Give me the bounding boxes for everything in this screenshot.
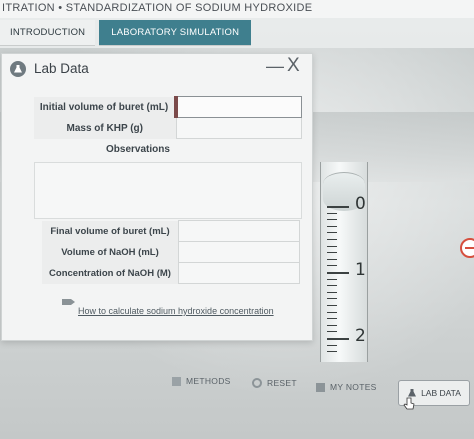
tag-icon [62, 299, 75, 305]
hand-cursor-icon [403, 397, 415, 410]
table-row: Concentration of NaOH (M) [42, 262, 300, 284]
lab-data-panel: Lab Data — X Initial volume of buret (mL… [1, 53, 313, 341]
field-label: Initial volume of buret (mL) [34, 96, 176, 118]
burette-minor-tick [327, 239, 337, 240]
burette-minor-tick [327, 305, 337, 306]
burette-minor-tick [327, 351, 337, 353]
tab-bar: INTRODUCTION LABORATORY SIMULATION [0, 20, 252, 46]
burette-minor-tick [327, 278, 337, 280]
burette-minor-tick [327, 258, 337, 260]
burette-minor-tick [327, 331, 337, 333]
field-label: Final volume of buret (mL) [42, 220, 179, 242]
burette-label-0: 0 [355, 194, 366, 214]
burette-minor-tick [327, 318, 337, 320]
burette-minor-tick [327, 245, 337, 247]
table-row: Mass of KHP (g) [34, 117, 302, 139]
field-label: Volume of NaOH (mL) [42, 241, 179, 263]
my-notes-button[interactable]: MY NOTES [316, 382, 377, 392]
methods-label: METHODS [186, 376, 231, 386]
tab-laboratory-simulation[interactable]: LABORATORY SIMULATION [99, 20, 252, 46]
tab-introduction[interactable]: INTRODUCTION [0, 20, 96, 46]
burette[interactable]: 0 1 2 [320, 162, 368, 362]
table-row: Initial volume of buret (mL) [34, 96, 302, 118]
burette-minor-tick [327, 344, 337, 346]
remove-icon[interactable] [460, 238, 474, 258]
burette-major-tick [327, 206, 349, 208]
panel-header: Lab Data — X [2, 54, 312, 84]
burette-minor-tick [327, 219, 337, 221]
minimize-button[interactable]: — [266, 56, 284, 77]
burette-label-1: 1 [355, 260, 366, 280]
burette-minor-tick [327, 212, 337, 214]
methods-button[interactable]: METHODS [172, 376, 231, 386]
burette-minor-tick [327, 291, 337, 293]
app-title: ITRATION • STANDARDIZATION OF SODIUM HYD… [0, 0, 474, 18]
observations-label: Observations [106, 144, 170, 155]
mass-khp-input[interactable] [175, 117, 302, 139]
volume-naoh-input[interactable] [178, 241, 300, 263]
burette-minor-tick [327, 311, 337, 313]
reset-button[interactable]: RESET [252, 378, 297, 388]
burette-minor-tick [327, 324, 337, 326]
reset-icon [252, 378, 262, 388]
help-link[interactable]: How to calculate sodium hydroxide concen… [78, 306, 274, 316]
notes-icon [316, 382, 325, 392]
burette-label-2: 2 [355, 326, 366, 346]
lab-data-table-top: Initial volume of buret (mL) Mass of KHP… [34, 96, 302, 139]
methods-icon [172, 376, 181, 386]
burette-minor-tick [327, 265, 337, 267]
field-label: Concentration of NaOH (M) [42, 262, 179, 284]
burette-major-tick [327, 338, 349, 340]
observations-input[interactable] [34, 162, 302, 219]
initial-volume-input[interactable] [174, 96, 302, 118]
burette-minor-tick [327, 225, 337, 227]
lab-data-label: LAB DATA [421, 388, 461, 398]
burette-minor-tick [327, 232, 337, 234]
close-button[interactable]: X [287, 55, 300, 77]
flask-icon [10, 61, 26, 77]
panel-title: Lab Data [34, 61, 89, 76]
lab-data-table-bottom: Final volume of buret (mL) Volume of NaO… [42, 220, 300, 284]
concentration-naoh-input[interactable] [178, 262, 300, 284]
burette-minor-tick [327, 252, 337, 254]
burette-minor-tick [327, 285, 337, 287]
final-volume-input[interactable] [178, 220, 300, 242]
burette-major-tick [327, 272, 349, 274]
field-label: Mass of KHP (g) [34, 117, 176, 139]
table-row: Volume of NaOH (mL) [42, 241, 300, 263]
table-row: Final volume of buret (mL) [42, 220, 300, 242]
reset-label: RESET [267, 378, 297, 388]
burette-minor-tick [327, 298, 337, 300]
my-notes-label: MY NOTES [330, 382, 377, 392]
